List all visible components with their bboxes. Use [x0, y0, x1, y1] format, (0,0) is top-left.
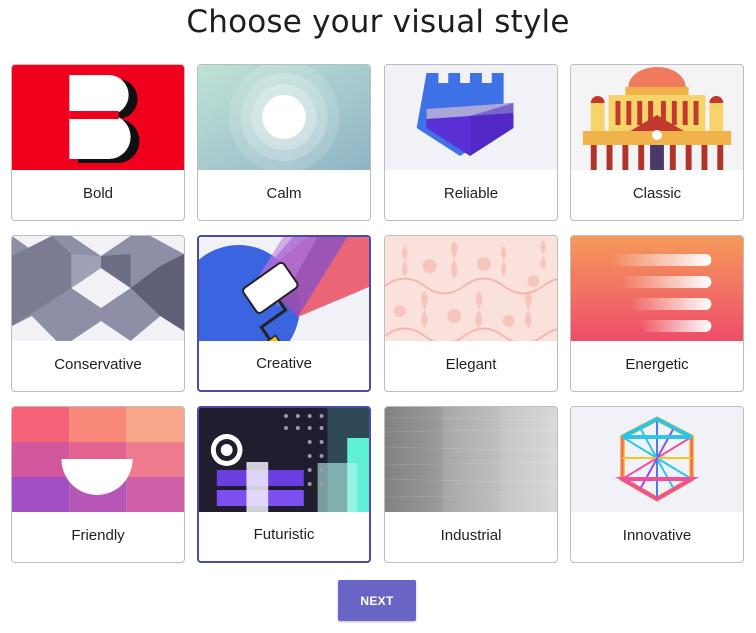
- style-card-reliable[interactable]: Reliable: [384, 64, 558, 221]
- style-card-industrial[interactable]: Industrial: [384, 406, 558, 563]
- bold-b-icon: [12, 65, 184, 170]
- style-label: Friendly: [71, 527, 125, 544]
- style-label: Energetic: [625, 356, 689, 373]
- style-label: Classic: [632, 185, 682, 202]
- style-card-creative[interactable]: Creative: [197, 235, 371, 392]
- style-card-energetic[interactable]: Energetic: [570, 235, 744, 392]
- style-label: Elegant: [445, 356, 497, 373]
- style-card-bold[interactable]: Bold: [11, 64, 185, 221]
- next-button[interactable]: NEXT: [338, 580, 416, 621]
- style-label: Reliable: [443, 185, 499, 202]
- castle-shield-icon: [385, 65, 557, 170]
- style-label: Innovative: [622, 527, 692, 544]
- style-card-elegant[interactable]: Elegant: [384, 235, 558, 392]
- speed-lines-icon: [571, 236, 743, 341]
- damask-pattern-icon: [385, 236, 557, 341]
- style-card-calm[interactable]: Calm: [197, 64, 371, 221]
- style-label: Conservative: [54, 356, 142, 373]
- style-card-innovative[interactable]: Innovative: [570, 406, 744, 563]
- concentric-circles-icon: [198, 65, 370, 170]
- style-label: Industrial: [440, 527, 502, 544]
- style-card-classic[interactable]: Classic: [570, 64, 744, 221]
- rainbow-hexagon-icon: [571, 407, 743, 512]
- style-label: Calm: [266, 185, 302, 202]
- page-title: Choose your visual style: [186, 4, 570, 40]
- retro-tech-icon: [199, 408, 369, 512]
- domed-building-icon: [571, 65, 743, 170]
- paint-roller-icon: [199, 237, 369, 341]
- style-label: Futuristic: [253, 526, 315, 543]
- style-card-futuristic[interactable]: Futuristic: [197, 406, 371, 563]
- style-label: Creative: [256, 355, 312, 372]
- brushed-metal-icon: [385, 407, 557, 512]
- style-card-friendly[interactable]: Friendly: [11, 406, 185, 563]
- style-card-conservative[interactable]: Conservative: [11, 235, 185, 392]
- semicircle-mosaic-icon: [12, 407, 184, 512]
- geometric-pattern-icon: [12, 236, 184, 341]
- style-label: Bold: [82, 185, 114, 202]
